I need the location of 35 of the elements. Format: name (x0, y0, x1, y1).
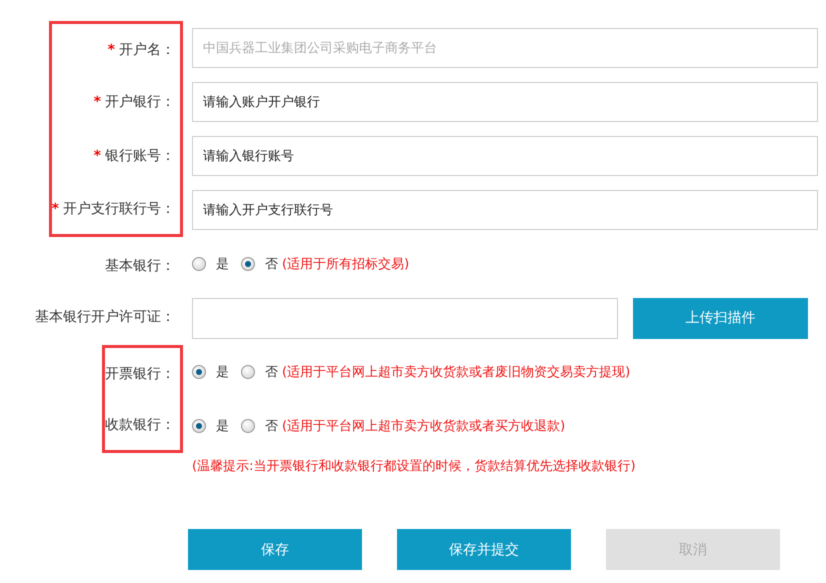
radio-button[interactable] (241, 419, 255, 433)
field-label: 开票银行： (105, 364, 175, 382)
field-label: 基本银行： (105, 256, 175, 274)
input-field[interactable]: 请输入开户支行联行号 (192, 190, 818, 230)
file-field[interactable] (192, 298, 618, 338)
field-label: 开户支行联行号： (63, 200, 175, 218)
radio-button[interactable] (192, 419, 206, 433)
action-button[interactable]: 保存并提交 (397, 529, 571, 570)
radio-button[interactable] (192, 257, 206, 271)
radio-label: 是 (216, 418, 229, 435)
field-label: 收款银行： (105, 416, 175, 434)
radio-label: 是 (216, 256, 229, 273)
required-mark: * (108, 42, 115, 58)
upload-button[interactable]: 上传扫描件 (633, 298, 808, 338)
radio-button[interactable] (192, 365, 206, 379)
note-text: (适用于所有招标交易) (282, 256, 410, 273)
note-text: (适用于平台网上超市卖方收货款或者买方收退款) (282, 418, 566, 435)
hint-text: (温馨提示:当开票银行和收款银行都设置的时候，货款结算优先选择收款银行) (192, 458, 636, 475)
action-button[interactable]: 保存 (188, 529, 362, 570)
required-mark: * (94, 148, 101, 164)
input-field[interactable]: 请输入银行账号 (192, 136, 818, 176)
field-label: 银行账号： (105, 147, 175, 165)
radio-button[interactable] (241, 365, 255, 379)
required-mark: * (94, 94, 101, 110)
radio-label: 是 (216, 364, 229, 381)
input-field[interactable]: 请输入账户开户银行 (192, 82, 818, 122)
radio-button[interactable] (241, 257, 255, 271)
note-text: (适用于平台网上超市卖方收货款或者废旧物资交易卖方提现) (282, 364, 630, 381)
radio-label: 否 (265, 364, 278, 381)
field-label: 基本银行开户许可证： (35, 308, 175, 326)
field-label: 开户银行： (105, 93, 175, 111)
radio-label: 否 (265, 256, 278, 273)
radio-label: 否 (265, 418, 278, 435)
field-label: 开户名： (119, 40, 175, 58)
required-mark: * (52, 200, 59, 216)
